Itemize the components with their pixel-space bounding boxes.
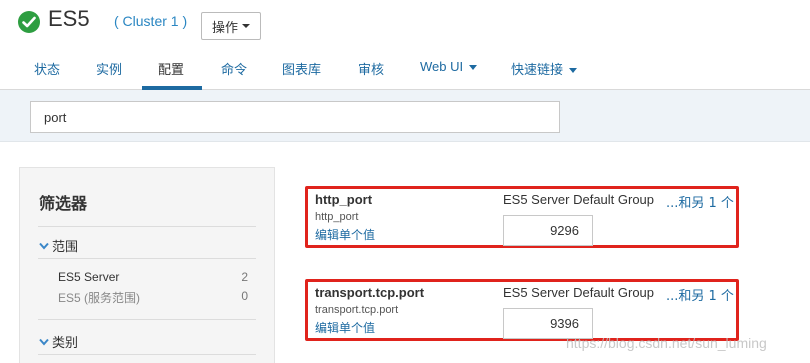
filter-panel: 筛选器 范围 ES5 Server 2 ES5 (服务范围) 0 类别 [19, 167, 275, 363]
service-title: ES5 [48, 6, 90, 31]
caret-down-icon [242, 24, 250, 28]
tab-audits[interactable]: 审核 [358, 59, 384, 78]
filter-item-count: 2 [241, 270, 248, 284]
tab-commands[interactable]: 命令 [221, 59, 247, 78]
more-groups-link[interactable]: ...和另 1 个 [666, 192, 734, 211]
caret-down-icon [469, 65, 478, 71]
tab-bar: 状态 实例 配置 命令 图表库 审核 Web UI 快速链接 [0, 44, 810, 90]
actions-dropdown-button[interactable]: 操作 [201, 12, 261, 40]
filter-section-category[interactable]: 类别 [39, 332, 78, 351]
search-strip [0, 90, 810, 142]
good-health-check-icon [18, 11, 40, 33]
tab-status[interactable]: 状态 [34, 59, 60, 78]
divider [38, 354, 256, 355]
watermark: https://blog.csdn.net/sun_luming [566, 335, 767, 351]
tab-configuration[interactable]: 配置 [158, 59, 184, 78]
more-groups-link[interactable]: ...和另 1 个 [666, 285, 734, 304]
actions-label: 操作 [211, 20, 238, 36]
edit-individual-values-link[interactable]: 编辑单个值 [315, 226, 375, 243]
tab-charts-library[interactable]: 图表库 [282, 59, 321, 78]
tab-instances[interactable]: 实例 [96, 59, 122, 78]
property-display-name: http_port [315, 192, 373, 207]
divider [38, 319, 256, 320]
property-display-name: transport.tcp.port [315, 285, 425, 300]
tab-quick-links[interactable]: 快速链接 [511, 59, 578, 78]
filter-item-name: ES5 Server [58, 270, 120, 284]
tab-web-ui[interactable]: Web UI [420, 59, 478, 74]
config-search-input[interactable] [30, 101, 560, 133]
role-group-name: ES5 Server Default Group [503, 285, 655, 300]
cluster-link[interactable]: ( Cluster 1 ) [114, 13, 187, 29]
filter-section-scope[interactable]: 范围 [39, 236, 78, 255]
chevron-down-icon [39, 338, 49, 346]
divider [38, 226, 256, 227]
property-key: http_port [315, 211, 359, 223]
filter-item-count: 0 [241, 289, 248, 303]
caret-down-icon [569, 68, 578, 74]
config-property-transport-tcp-port: transport.tcp.port transport.tcp.port 编辑… [305, 279, 739, 341]
filter-item-es5-server[interactable]: ES5 Server 2 [58, 270, 248, 284]
filter-section-category-label: 类别 [52, 336, 79, 351]
divider [38, 258, 256, 259]
filter-item-name: ES5 (服务范围) [58, 291, 141, 305]
role-group-name: ES5 Server Default Group [503, 192, 655, 207]
config-property-http-port: http_port http_port 编辑单个值 ES5 Server Def… [305, 186, 739, 248]
tab-web-ui-label: Web UI [420, 59, 464, 74]
edit-individual-values-link[interactable]: 编辑单个值 [315, 319, 375, 336]
tab-quick-links-label: 快速链接 [511, 62, 564, 77]
service-header: ES5 ( Cluster 1 ) 操作 [0, 0, 810, 44]
filter-section-scope-label: 范围 [52, 240, 79, 255]
filter-title: 筛选器 [39, 194, 88, 213]
chevron-down-icon [39, 242, 49, 250]
filter-item-es5-service-wide[interactable]: ES5 (服务范围) 0 [58, 289, 248, 306]
http-port-value-input[interactable] [503, 215, 593, 246]
property-key: transport.tcp.port [315, 304, 399, 316]
